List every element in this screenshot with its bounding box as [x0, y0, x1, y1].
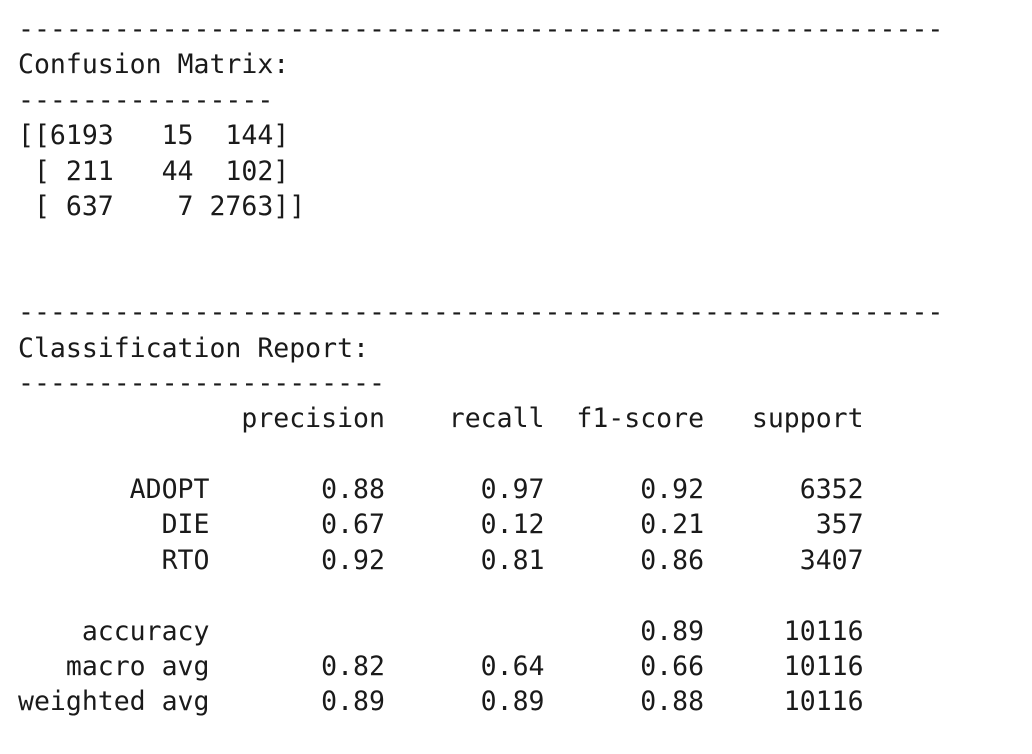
report-row-rto: RTO 0.92 0.81 0.86 3407	[18, 544, 864, 576]
console-output: ----------------------------------------…	[18, 12, 943, 720]
matrix-row: [[6193 15 144]	[18, 120, 290, 152]
separator-line: ----------------------------------------…	[18, 297, 944, 329]
report-row-adopt: ADOPT 0.88 0.97 0.92 6352	[18, 474, 864, 506]
matrix-row: [ 211 44 102]	[18, 155, 290, 187]
report-header-row: precision recall f1-score support	[18, 403, 864, 435]
report-row-macro-avg: macro avg 0.82 0.64 0.66 10116	[18, 651, 864, 683]
matrix-row: [ 637 7 2763]]	[18, 190, 306, 222]
report-row-weighted-avg: weighted avg 0.89 0.89 0.88 10116	[18, 686, 864, 718]
heading-underline: ----------------	[18, 84, 274, 116]
classification-report-heading: Classification Report:	[18, 332, 369, 364]
report-row-accuracy: accuracy 0.89 10116	[18, 615, 864, 647]
report-row-die: DIE 0.67 0.12 0.21 357	[18, 509, 864, 541]
separator-line: ----------------------------------------…	[18, 14, 944, 45]
confusion-matrix-heading: Confusion Matrix:	[18, 49, 290, 81]
heading-underline: -----------------------	[18, 367, 385, 399]
